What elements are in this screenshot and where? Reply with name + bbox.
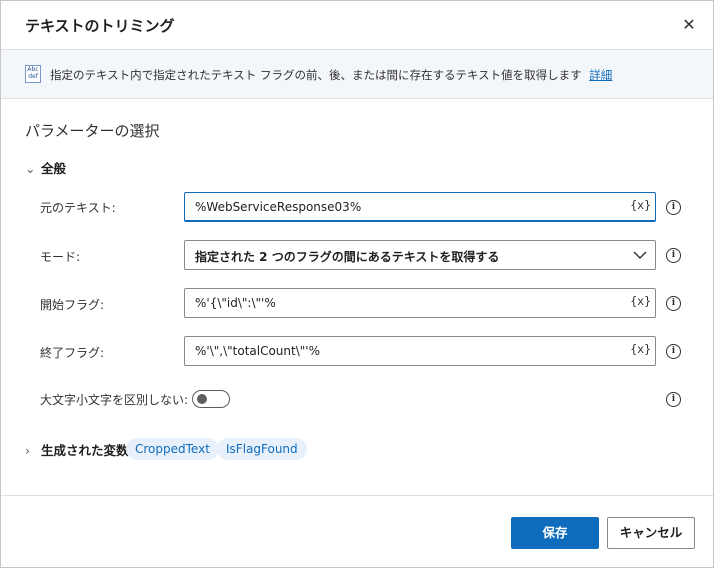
save-button[interactable]: 保存: [511, 517, 599, 549]
variable-chip-cropped-text[interactable]: CroppedText: [126, 438, 219, 460]
footer-divider: [1, 495, 713, 496]
general-group-toggle[interactable]: ⌄ 全般: [25, 158, 66, 176]
produced-variables-toggle[interactable]: › 生成された変数: [25, 440, 129, 459]
description-text: 指定のテキスト内で指定されたテキスト フラグの前、後、または間に存在するテキスト…: [50, 67, 612, 83]
produced-variables-label: 生成された変数: [41, 443, 129, 458]
icon-text-top: Abc: [27, 66, 39, 73]
description-body: 指定のテキスト内で指定されたテキスト フラグの前、後、または間に存在するテキスト…: [50, 68, 582, 82]
start-flag-label: 開始フラグ:: [40, 298, 105, 312]
icon-text-bottom: def: [28, 73, 38, 80]
info-icon[interactable]: i: [666, 200, 681, 215]
info-icon[interactable]: i: [666, 248, 681, 263]
ignore-case-label: 大文字小文字を区別しない:: [40, 393, 189, 407]
original-text-value: %WebServiceResponse03%: [195, 200, 362, 214]
description-bar: Abc def 指定のテキスト内で指定されたテキスト フラグの前、後、または間に…: [1, 49, 713, 99]
end-flag-label: 終了フラグ:: [40, 346, 105, 360]
cancel-button[interactable]: キャンセル: [607, 517, 695, 549]
variable-picker-icon[interactable]: {x}: [630, 294, 651, 308]
info-icon[interactable]: i: [666, 344, 681, 359]
variable-picker-icon[interactable]: {x}: [630, 198, 651, 212]
chevron-down-icon: ⌄: [25, 161, 36, 176]
variable-chip-is-flag-found[interactable]: IsFlagFound: [217, 438, 307, 460]
parameters-heading: パラメーターの選択: [25, 122, 160, 140]
dialog-titlebar: テキストのトリミング ✕: [1, 1, 713, 49]
chevron-down-icon: [633, 251, 647, 259]
mode-dropdown[interactable]: 指定された 2 つのフラグの間にあるテキストを取得する: [184, 240, 656, 270]
trim-text-dialog: テキストのトリミング ✕ Abc def 指定のテキスト内で指定されたテキスト …: [0, 0, 714, 568]
info-icon[interactable]: i: [666, 296, 681, 311]
mode-selected-value: 指定された 2 つのフラグの間にあるテキストを取得する: [195, 250, 500, 264]
details-link[interactable]: 詳細: [589, 68, 612, 82]
toggle-knob: [197, 394, 207, 404]
start-flag-value: %'{\"id\":\"'%: [195, 296, 276, 310]
text-action-icon: Abc def: [25, 65, 41, 83]
chevron-right-icon: ›: [25, 443, 30, 458]
general-group-label: 全般: [41, 161, 67, 176]
dialog-title: テキストのトリミング: [25, 17, 175, 35]
info-icon[interactable]: i: [666, 392, 681, 407]
end-flag-value: %'\",\"totalCount\"'%: [195, 344, 320, 358]
ignore-case-toggle[interactable]: [192, 390, 230, 408]
start-flag-input[interactable]: %'{\"id\":\"'% {x}: [184, 288, 656, 318]
original-text-label: 元のテキスト:: [40, 201, 116, 215]
end-flag-input[interactable]: %'\",\"totalCount\"'% {x}: [184, 336, 656, 366]
close-icon[interactable]: ✕: [679, 15, 699, 35]
mode-label: モード:: [40, 250, 81, 264]
variable-picker-icon[interactable]: {x}: [630, 342, 651, 356]
original-text-input[interactable]: %WebServiceResponse03% {x}: [184, 192, 656, 222]
